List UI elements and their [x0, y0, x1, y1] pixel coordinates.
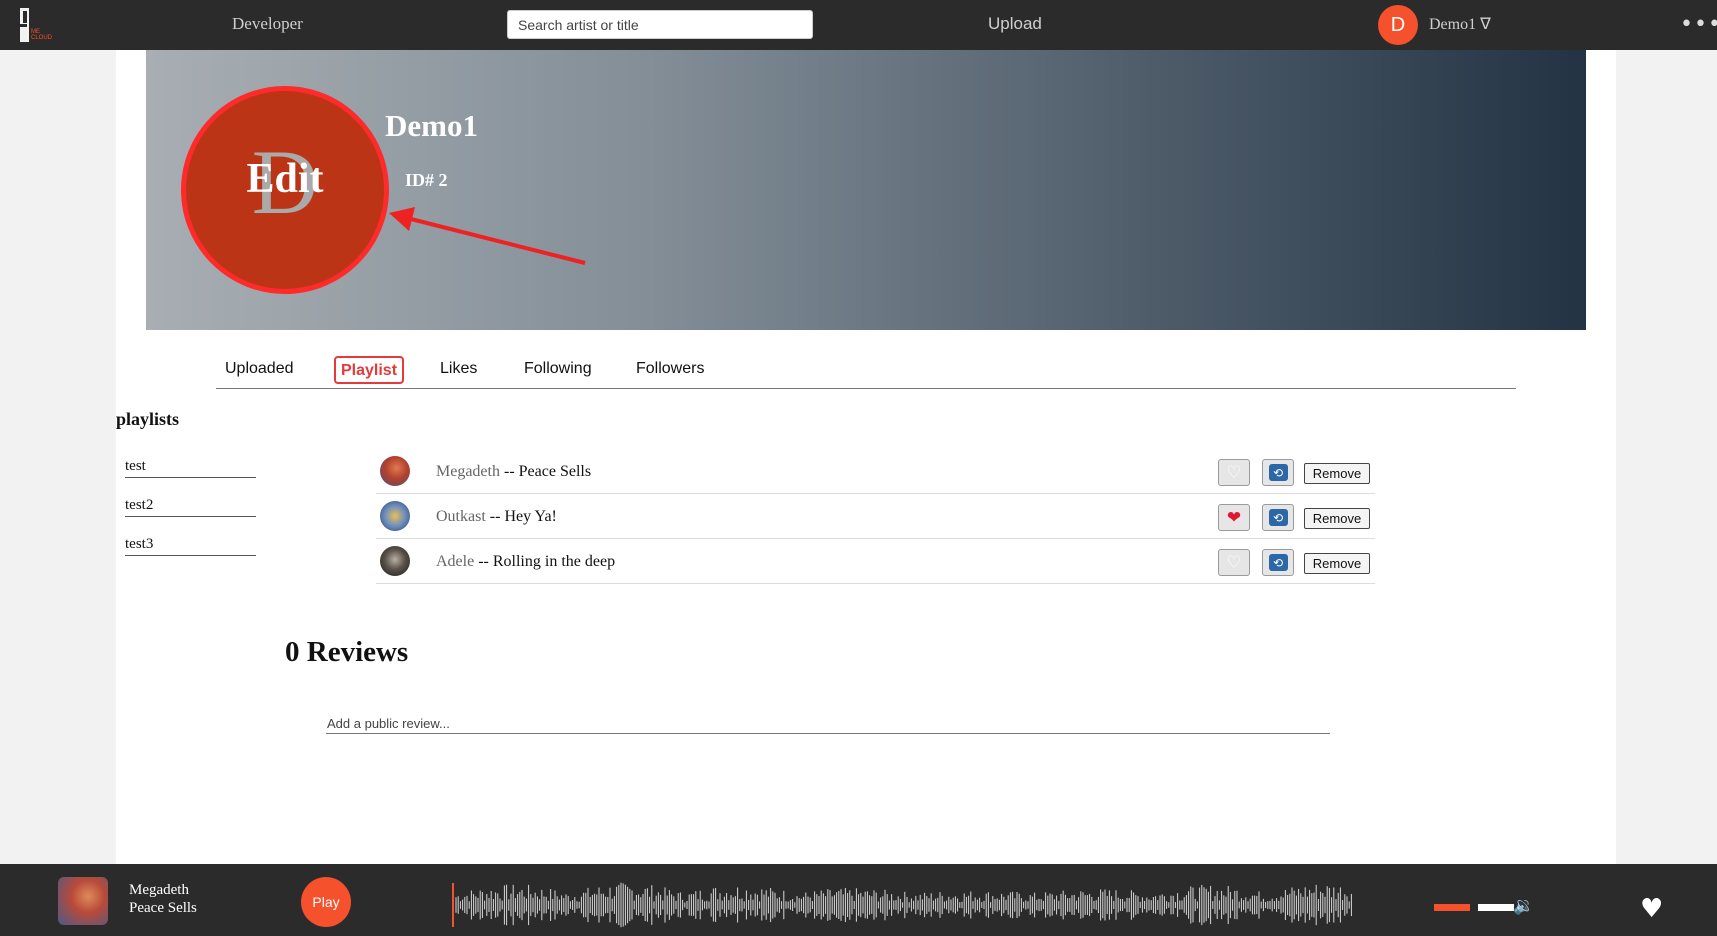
repost-button[interactable]: ⟲ [1262, 549, 1294, 576]
user-menu-dropdown[interactable]: Demo1 ∇ [1429, 14, 1491, 34]
remove-button[interactable]: Remove [1304, 553, 1370, 574]
track-artist-link[interactable]: Megadeth -- Peace Sells [436, 463, 591, 481]
tab-followers[interactable]: Followers [631, 356, 709, 384]
track-row: Adele -- Rolling in the deep ♡ ⟲ Remove [376, 539, 1375, 584]
playlist-item-test2[interactable]: test2 [125, 497, 256, 517]
track-separator: -- [474, 553, 493, 570]
heart-outline-icon: ♡ [1226, 462, 1242, 483]
volume-level-bar[interactable] [1434, 904, 1470, 911]
tab-uploaded[interactable]: Uploaded [220, 356, 299, 384]
track-artist: Megadeth [436, 463, 500, 480]
tab-following[interactable]: Following [519, 356, 597, 384]
play-button[interactable]: Play [301, 877, 351, 927]
profile-name: Demo1 [385, 108, 478, 143]
annotation-arrow-icon [389, 207, 586, 265]
more-options-icon[interactable]: ••• [1680, 12, 1717, 37]
track-separator: -- [499, 463, 519, 480]
profile-tabs: Uploaded Playlist Likes Following Follow… [216, 355, 1516, 389]
heart-filled-icon: ❤ [1226, 507, 1242, 528]
search-input[interactable] [507, 10, 813, 39]
track-thumbnail [380, 546, 410, 576]
remove-button[interactable]: Remove [1304, 508, 1370, 529]
repost-icon: ⟲ [1268, 509, 1288, 526]
track-title: Rolling in the deep [492, 553, 616, 570]
track-title: Peace Sells [518, 463, 592, 480]
track-artist-link[interactable]: Outkast -- Hey Ya! [436, 508, 557, 526]
heart-outline-icon: ♡ [1226, 552, 1242, 573]
user-avatar[interactable]: D [1378, 5, 1418, 45]
track-thumbnail [380, 456, 410, 486]
avatar-edit-label: Edit [246, 156, 324, 202]
like-button[interactable]: ❤ [1218, 504, 1250, 531]
volume-track[interactable] [1478, 904, 1514, 911]
playlist-item-test3[interactable]: test3 [125, 536, 256, 556]
volume-icon[interactable]: 🔉 [1513, 896, 1534, 916]
repost-button[interactable]: ⟲ [1262, 459, 1294, 486]
top-nav: ME CLOUD Developer Upload D Demo1 ∇ ••• [0, 0, 1717, 50]
edit-avatar-button[interactable]: D Edit [181, 86, 389, 294]
nav-developer-link[interactable]: Developer [232, 14, 303, 34]
track-separator: -- [485, 508, 505, 525]
waveform-seekbar[interactable] [452, 880, 1354, 930]
player-album-art [58, 877, 108, 925]
player-bar: Megadeth Peace Sells Play 🔉 ♥ [0, 864, 1717, 936]
profile-id: ID# 2 [405, 170, 448, 190]
repost-icon: ⟲ [1268, 464, 1288, 481]
repost-icon: ⟲ [1268, 554, 1288, 571]
tab-playlist[interactable]: Playlist [334, 356, 405, 384]
review-input[interactable] [326, 713, 1330, 734]
remove-button[interactable]: Remove [1304, 463, 1370, 484]
like-button[interactable]: ♡ [1218, 549, 1250, 576]
player-artist: Megadeth [129, 882, 189, 898]
playlists-heading: playlists [116, 409, 180, 429]
track-artist-link[interactable]: Adele -- Rolling in the deep [436, 553, 615, 571]
track-thumbnail [380, 501, 410, 531]
logo-icon[interactable]: ME CLOUD [18, 7, 52, 43]
player-title: Peace Sells [129, 900, 197, 916]
track-artist: Adele [436, 553, 475, 570]
reviews-heading: 0 Reviews [285, 636, 409, 668]
track-row: Megadeth -- Peace Sells ♡ ⟲ Remove [376, 449, 1375, 494]
playlist-item-test[interactable]: test [125, 458, 256, 478]
track-row: Outkast -- Hey Ya! ❤ ⟲ Remove [376, 494, 1375, 539]
svg-text:CLOUD: CLOUD [31, 35, 52, 41]
tab-likes[interactable]: Likes [435, 356, 482, 384]
track-artist: Outkast [436, 508, 486, 525]
heart-icon[interactable]: ♥ [1640, 894, 1663, 924]
like-button[interactable]: ♡ [1218, 459, 1250, 486]
repost-button[interactable]: ⟲ [1262, 504, 1294, 531]
nav-upload-link[interactable]: Upload [988, 14, 1042, 34]
track-title: Hey Ya! [504, 508, 557, 525]
